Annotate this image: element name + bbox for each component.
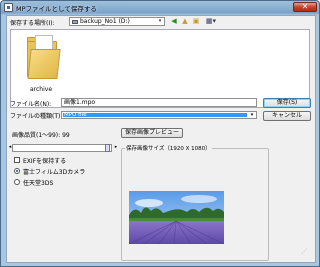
preview-size-caption: 保存画像サイズ（1920 X 1080） <box>125 144 212 152</box>
filename-value: 画像1.mpo <box>64 99 96 106</box>
filetype-label: ファイルの種類(T): <box>10 113 63 120</box>
filetype-value: MPO file <box>63 112 247 118</box>
up-folder-icon[interactable]: ▲ <box>181 17 189 25</box>
dialog-client-area: 保存する場所(I): backup_No1 (D:) ▾ ◀ ▲ ▣ ▦▾ ar… <box>6 15 316 263</box>
quality-slider-thumb[interactable] <box>105 144 110 152</box>
preview-image <box>129 191 224 244</box>
title-bar[interactable]: MPファイルとして保存する ✕ <box>1 1 320 14</box>
exif-label[interactable]: EXIFを保持する <box>23 156 66 165</box>
close-button[interactable]: ✕ <box>293 2 317 12</box>
chevron-down-icon[interactable]: ▾ <box>248 112 256 118</box>
save-location-combo[interactable]: backup_No1 (D:) ▾ <box>69 17 165 26</box>
radio-fujifilm-label[interactable]: 富士フィルム3Dカメラ <box>23 167 85 176</box>
save-button[interactable]: 保存(S) <box>263 98 311 108</box>
radio-fujifilm[interactable] <box>14 168 20 174</box>
resize-grip[interactable]: ⋰ <box>301 248 309 256</box>
save-dialog-window: MPファイルとして保存する ✕ 保存する場所(I): backup_No1 (D… <box>0 0 320 267</box>
slider-right-arrow[interactable]: ▸ <box>113 144 119 152</box>
filename-label: ファイル名(N): <box>10 101 52 108</box>
filename-input[interactable]: 画像1.mpo <box>61 98 257 107</box>
view-menu-icon[interactable]: ▦▾ <box>204 17 218 25</box>
quality-label: 画像品質(1～99): 99 <box>12 132 70 139</box>
back-icon[interactable]: ◀ <box>170 17 178 25</box>
app-icon <box>4 3 13 12</box>
filetype-select[interactable]: MPO file ▾ <box>61 111 257 119</box>
folder-label[interactable]: archive <box>21 86 61 93</box>
save-location-value: backup_No1 (D:) <box>80 18 130 25</box>
save-location-label: 保存する場所(I): <box>10 20 55 27</box>
exif-checkbox[interactable] <box>14 157 20 163</box>
window-title: MPファイルとして保存する <box>16 5 97 13</box>
folder-icon[interactable] <box>27 35 61 80</box>
radio-nintendo-label[interactable]: 任天堂3DS <box>23 178 53 187</box>
file-list[interactable]: archive <box>10 29 310 108</box>
preview-button[interactable]: 保存画像プレビュー <box>121 128 183 138</box>
chevron-down-icon[interactable]: ▾ <box>156 18 164 25</box>
radio-nintendo[interactable] <box>14 179 20 185</box>
new-folder-icon[interactable]: ▣ <box>192 17 200 25</box>
cancel-button[interactable]: キャンセル <box>263 111 311 121</box>
quality-slider[interactable] <box>12 144 112 152</box>
drive-icon <box>72 20 78 24</box>
